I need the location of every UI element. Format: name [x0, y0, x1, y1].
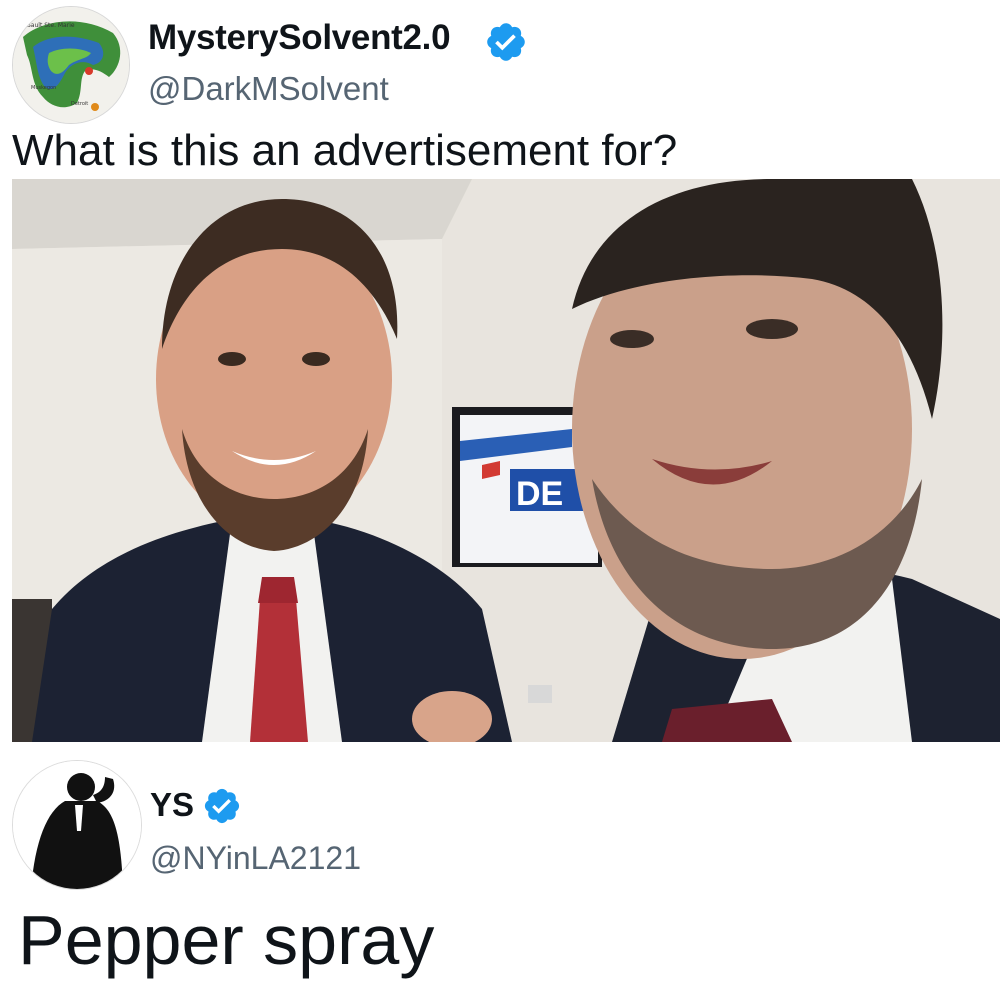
reply-author-name[interactable]: YS — [150, 786, 194, 824]
post-text: What is this an advertisement for? — [12, 126, 678, 175]
photo-two-men-selfie: DE — [12, 179, 1000, 742]
verified-badge-icon — [484, 20, 528, 64]
author-handle[interactable]: @DarkMSolvent — [148, 70, 389, 108]
map-avatar-icon: Sault Ste. Marie Muskegon Detroit — [13, 7, 129, 123]
verified-badge-icon — [202, 786, 242, 826]
silhouette-man-phone-icon — [13, 761, 141, 889]
reply-avatar[interactable] — [12, 760, 142, 890]
post-image[interactable]: DE — [12, 179, 1000, 742]
svg-text:Sault Ste. Marie: Sault Ste. Marie — [27, 22, 75, 29]
author-avatar[interactable]: Sault Ste. Marie Muskegon Detroit — [12, 6, 130, 124]
svg-text:Muskegon: Muskegon — [31, 85, 56, 91]
author-name[interactable]: MysterySolvent2.0 — [148, 18, 451, 58]
reply-author-handle[interactable]: @NYinLA2121 — [150, 840, 361, 877]
reply-text: Pepper spray — [18, 901, 435, 979]
svg-text:Detroit: Detroit — [71, 101, 88, 107]
screen-text: DE — [516, 475, 563, 513]
